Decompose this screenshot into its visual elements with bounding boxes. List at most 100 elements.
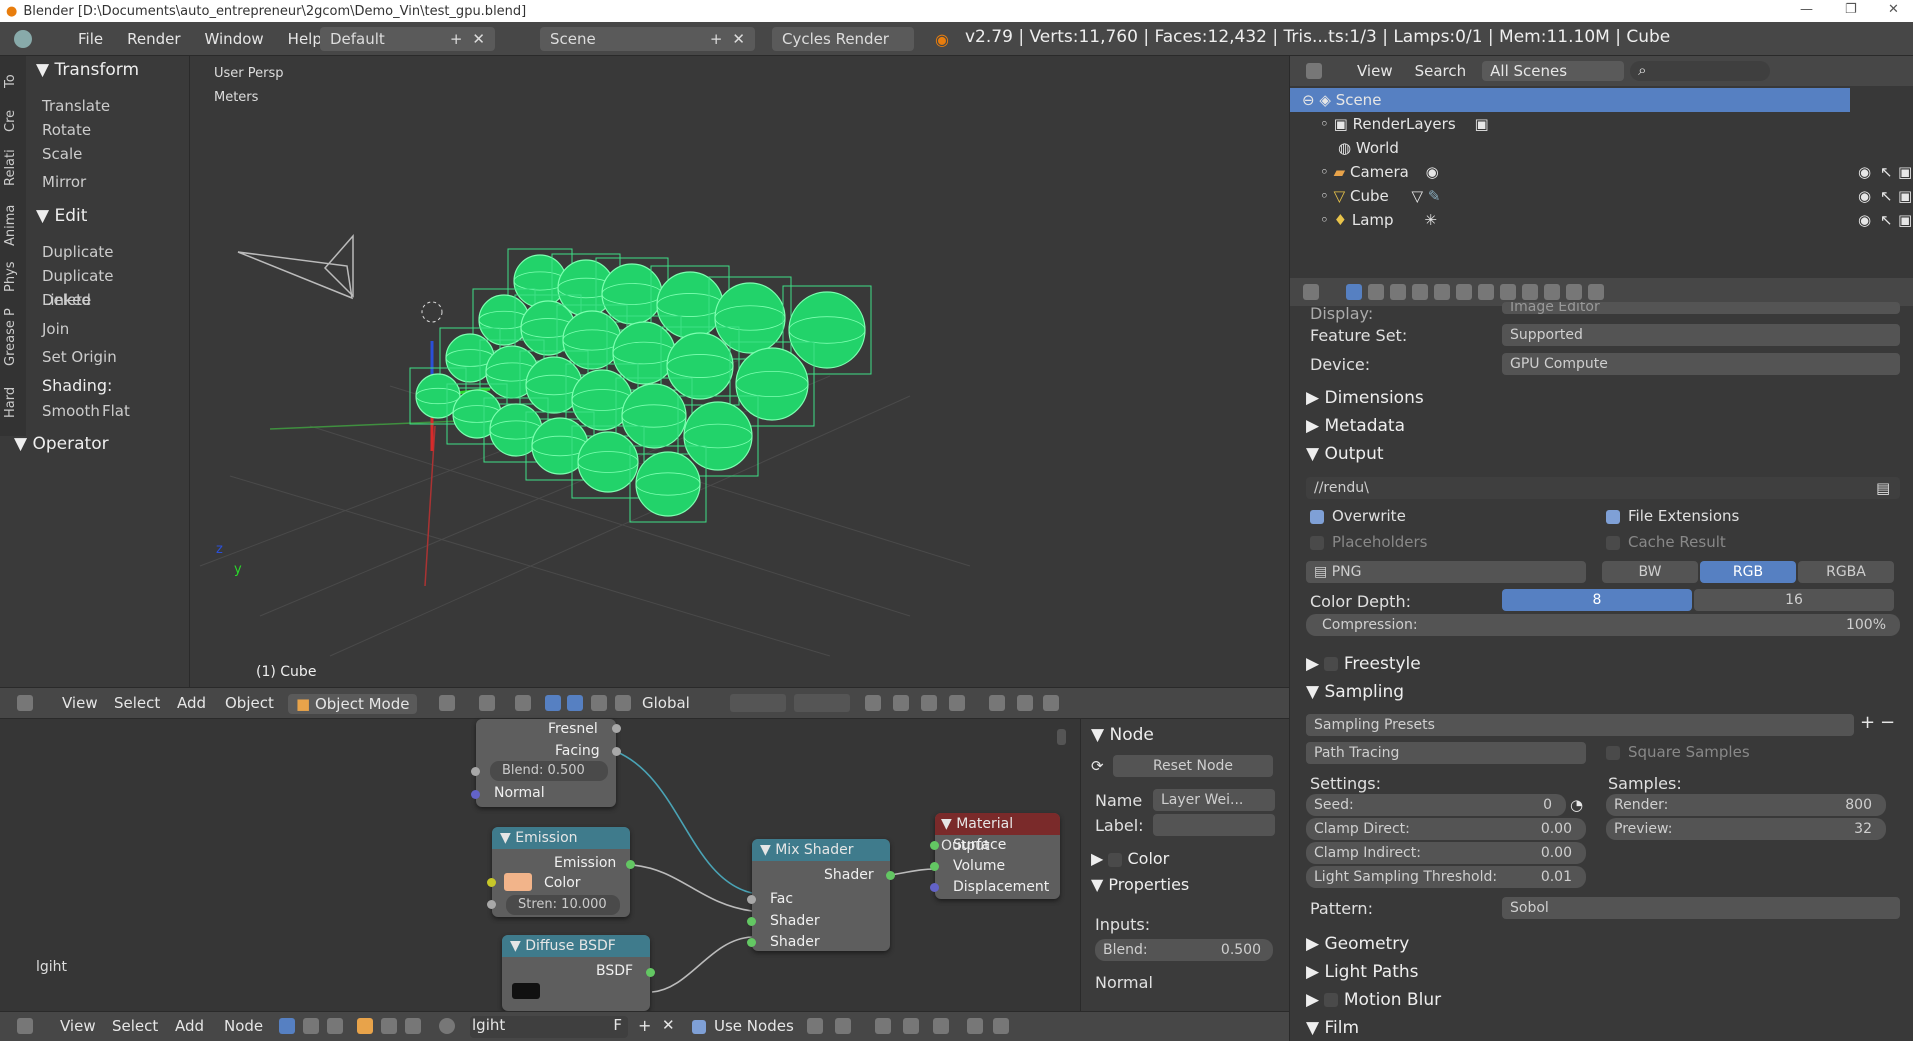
emission-node[interactable]: ▼ Emission Emission Color Stren: 10.000 — [492, 827, 630, 917]
fake-user-button[interactable]: F — [613, 1016, 622, 1034]
sphere-wireframe[interactable] — [621, 383, 687, 449]
fresnel-blend-field[interactable]: Blend: 0.500 — [490, 761, 608, 781]
render-engine-dropdown[interactable]: Cycles Render — [772, 27, 914, 51]
animated-seed-icon[interactable]: ◔ — [1570, 796, 1583, 814]
sphere-array[interactable] — [409, 248, 872, 523]
fresnel-node[interactable]: Fresnel Facing Blend: 0.500 Normal — [476, 719, 616, 807]
seed-field[interactable]: Seed: 0 — [1306, 794, 1566, 816]
tab-tools[interactable]: To — [3, 74, 18, 88]
paste-nodes-icon[interactable] — [993, 1018, 1009, 1034]
collapse-icon[interactable]: ⊖ — [1302, 91, 1315, 109]
world-tab-icon[interactable] — [1412, 284, 1428, 300]
color-depth-16-button[interactable]: 16 — [1694, 589, 1894, 611]
motion-blur-panel-header[interactable]: ▶ Motion Blur — [1306, 990, 1441, 1010]
close-icon[interactable]: ✕ — [472, 30, 485, 48]
material-output-node[interactable]: ▼ Material Output Surface Volume Displac… — [935, 813, 1060, 899]
mix-out-socket[interactable] — [886, 871, 895, 880]
clamp-direct-field[interactable]: Clamp Direct: 0.00 — [1306, 818, 1586, 840]
render-tab-icon[interactable] — [1346, 284, 1362, 300]
normal-in-socket[interactable] — [471, 790, 480, 799]
color-section-header[interactable]: ▶ Color — [1091, 849, 1169, 868]
sampling-panel-header[interactable]: ▼ Sampling — [1306, 682, 1404, 702]
display-dropdown[interactable]: Image Editor — [1502, 302, 1900, 314]
rgba-button[interactable]: RGBA — [1798, 561, 1894, 583]
orientation-dropdown[interactable]: Global — [642, 694, 690, 712]
sphere-wireframe[interactable] — [612, 321, 676, 385]
light-paths-panel-header[interactable]: ▶ Light Paths — [1306, 962, 1419, 982]
metadata-panel-header[interactable]: ▶ Metadata — [1306, 416, 1405, 436]
surface-in-socket[interactable] — [930, 841, 939, 850]
texture-nodes-icon[interactable] — [327, 1018, 343, 1034]
freestyle-panel-header[interactable]: ▶ Freestyle — [1306, 654, 1421, 674]
shader-nodes-icon[interactable] — [279, 1018, 295, 1034]
color-in-socket[interactable] — [487, 878, 496, 887]
expand-icon[interactable]: ◦ — [1320, 187, 1329, 205]
select-arrow-icon[interactable]: ↖ — [1880, 160, 1893, 184]
add-icon[interactable]: + — [710, 30, 723, 48]
world-shader-icon[interactable] — [381, 1018, 397, 1034]
opengl-anim-icon[interactable] — [1017, 695, 1033, 711]
image-icon[interactable] — [1043, 695, 1059, 711]
editor-type-icon[interactable] — [1306, 63, 1322, 79]
duplicate-linked-button[interactable]: Duplicate Linked — [36, 264, 160, 309]
viewport-shading-icon[interactable] — [439, 695, 455, 711]
scene-tab-icon[interactable] — [1390, 284, 1406, 300]
editor-type-icon[interactable] — [1303, 284, 1319, 300]
constraints-tab-icon[interactable] — [1456, 284, 1472, 300]
outliner-row-scene[interactable]: ⊖ ◈ Scene — [1290, 88, 1850, 112]
diffuse-bsdf-node[interactable]: ▼ Diffuse BSDF BSDF — [502, 935, 650, 1011]
menu-file[interactable]: File — [66, 30, 115, 48]
smooth-button[interactable]: Smooth — [36, 399, 100, 423]
square-samples-checkbox[interactable] — [1606, 746, 1620, 760]
sphere-wireframe[interactable] — [735, 347, 809, 421]
reset-node-button[interactable]: Reset Node — [1113, 755, 1273, 777]
sphere-wireframe[interactable] — [601, 263, 663, 325]
flat-button[interactable]: Flat — [96, 399, 156, 423]
rotate-button[interactable]: Rotate — [36, 118, 160, 142]
bw-button[interactable]: BW — [1602, 561, 1698, 583]
scale-button[interactable]: Scale — [36, 142, 160, 166]
fac-in-socket[interactable] — [747, 895, 756, 904]
tab-hard[interactable]: Hard — [3, 387, 18, 418]
proportional-edit-icon[interactable] — [893, 695, 909, 711]
expand-icon[interactable]: ◦ — [1320, 163, 1329, 181]
color-toggle-checkbox[interactable] — [1108, 852, 1123, 867]
edit-panel-header[interactable]: ▼ Edit — [36, 206, 87, 226]
scene-dropdown[interactable]: Scene + ✕ — [540, 27, 755, 51]
motion-blur-checkbox[interactable] — [1324, 993, 1339, 1007]
menu-render[interactable]: Render — [115, 30, 192, 48]
compositing-nodes-icon[interactable] — [303, 1018, 319, 1034]
render-samples-field[interactable]: Render: 800 — [1606, 794, 1886, 816]
modifiers-tab-icon[interactable] — [1478, 284, 1494, 300]
material-browse-icon[interactable] — [439, 1018, 455, 1034]
node-editor-scrollbar[interactable] — [1057, 729, 1066, 745]
snap-mode-icon[interactable] — [903, 1018, 919, 1034]
select-arrow-icon[interactable]: ↖ — [1880, 184, 1893, 208]
display-mode-dropdown[interactable]: All Scenes — [1482, 61, 1625, 81]
snap-element-icon[interactable] — [949, 695, 965, 711]
sphere-wireframe[interactable] — [577, 431, 639, 493]
emission-out-socket[interactable] — [626, 860, 635, 869]
cache-result-checkbox[interactable] — [1606, 536, 1620, 550]
shader2-in-socket[interactable] — [747, 938, 756, 947]
node-label-field[interactable] — [1153, 814, 1275, 836]
sphere-wireframe[interactable] — [635, 451, 701, 517]
overwrite-checkbox[interactable] — [1310, 510, 1324, 524]
join-button[interactable]: Join — [36, 317, 160, 341]
node-panel-header[interactable]: ▼ Node — [1091, 725, 1154, 745]
snap-icon[interactable] — [921, 695, 937, 711]
data-tab-icon[interactable] — [1500, 284, 1516, 300]
compression-slider[interactable]: Compression: 100% — [1306, 614, 1900, 636]
layout-dropdown[interactable]: Default + ✕ — [320, 27, 495, 51]
translate-manipulator-icon[interactable] — [545, 695, 561, 711]
lamp-object[interactable] — [421, 301, 443, 323]
output-panel-header[interactable]: ▼ Output — [1306, 444, 1384, 464]
add-icon[interactable]: + — [450, 30, 463, 48]
pivot-icon[interactable] — [479, 695, 495, 711]
menu-view[interactable]: View — [62, 694, 98, 712]
3d-viewport[interactable]: User Persp Meters z y (1) Cube — [190, 56, 1289, 687]
strength-in-socket[interactable] — [487, 900, 496, 909]
copy-nodes-icon[interactable] — [933, 1018, 949, 1034]
layer-lock-icon[interactable] — [865, 695, 881, 711]
light-sampling-threshold-field[interactable]: Light Sampling Threshold: 0.01 — [1306, 866, 1586, 888]
